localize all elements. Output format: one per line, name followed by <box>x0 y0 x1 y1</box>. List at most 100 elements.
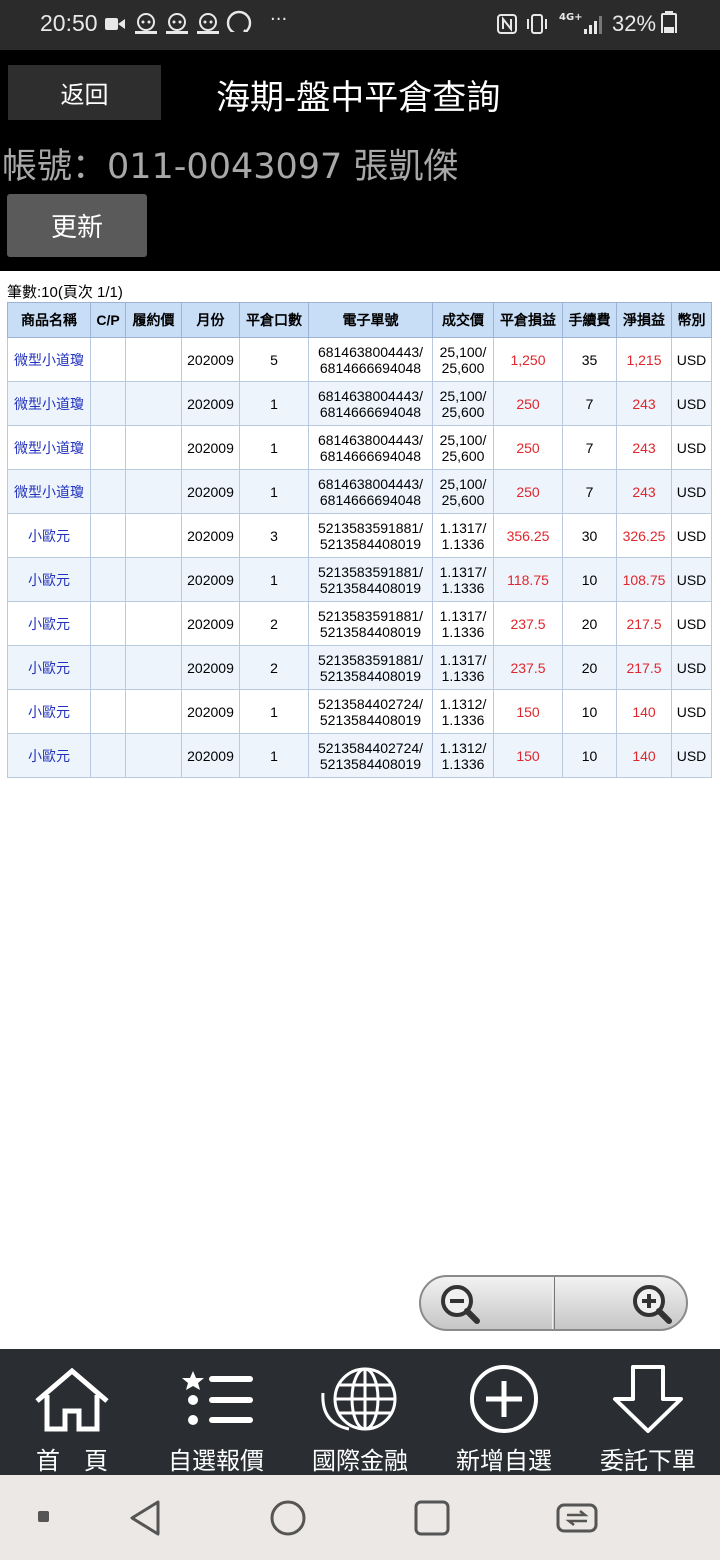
table-body: 微型小道瓊 202009 5 6814638004443/6814666694048 2… <box>7 337 712 778</box>
month-value: 202009 <box>187 571 234 588</box>
price-cell: 25,100/25,600 <box>432 425 494 470</box>
zoom-in-button[interactable] <box>552 1277 686 1329</box>
recent-dot-icon[interactable] <box>38 1511 50 1523</box>
product-cell[interactable]: 小歐元 <box>7 557 91 602</box>
column-header: 履約價 <box>125 302 182 338</box>
order-no-open: 5213583591881/ <box>317 563 424 580</box>
back-button[interactable]: 返回 <box>8 65 161 120</box>
fee-cell: 7 <box>562 425 617 470</box>
currency-value: USD <box>676 351 707 368</box>
price-cell: 1.1312/1.1336 <box>432 689 494 734</box>
order-no-close: 5213584408019 <box>319 755 422 772</box>
price-close: 1.1336 <box>441 579 485 596</box>
product-cell[interactable]: 微型小道瓊 <box>7 337 91 382</box>
order-no-open: 6814638004443/ <box>317 431 424 448</box>
qty-cell: 1 <box>239 733 309 778</box>
strike-cell <box>125 381 182 426</box>
product-cell[interactable]: 微型小道瓊 <box>7 425 91 470</box>
month-value: 202009 <box>187 615 234 632</box>
product-cell[interactable]: 小歐元 <box>7 689 91 734</box>
gomaji-icon <box>197 13 219 34</box>
nav-add-watchlist[interactable]: 新增自選 <box>432 1349 576 1475</box>
price-open: 25,100/ <box>439 475 487 492</box>
order-no-open: 5213583591881/ <box>317 607 424 624</box>
table-row: 微型小道瓊 202009 1 6814638004443/6814666694048 2… <box>7 381 712 426</box>
nav-watchlist[interactable]: 自選報價 <box>144 1349 288 1475</box>
cp-cell <box>90 513 126 558</box>
nav-label: 首 頁 <box>36 1447 108 1475</box>
order-no-open: 6814638004443/ <box>317 387 424 404</box>
chat-icon <box>226 10 252 32</box>
status-time: 20:50 <box>40 10 98 36</box>
price-close: 1.1336 <box>441 623 485 640</box>
order-no-open: 5213583591881/ <box>317 651 424 668</box>
table-row: 小歐元 202009 3 5213583591881/5213584408019 1.1… <box>7 513 712 558</box>
month-value: 202009 <box>187 483 234 500</box>
nav-global-finance[interactable]: 國際金融 <box>288 1349 432 1475</box>
page-title: 海期-盤中平倉查詢 <box>216 78 501 118</box>
record-count: 筆數:10(頁次 1/1) <box>7 284 123 301</box>
cp-cell <box>90 425 126 470</box>
home-circle-icon[interactable] <box>269 1499 307 1537</box>
product-cell[interactable]: 小歐元 <box>7 645 91 690</box>
product-name: 小歐元 <box>28 703 70 720</box>
qty-value: 5 <box>270 351 278 368</box>
currency-value: USD <box>676 439 707 456</box>
nav-home[interactable]: 首 頁 <box>0 1349 144 1475</box>
plus-circle-icon <box>470 1365 538 1433</box>
cp-cell <box>90 733 126 778</box>
nav-place-order[interactable]: 委託下單 <box>576 1349 720 1475</box>
qty-value: 1 <box>270 747 278 764</box>
table-row: 小歐元 202009 1 5213583591881/5213584408019 1.1… <box>7 557 712 602</box>
back-triangle-icon[interactable] <box>128 1499 164 1537</box>
order-no-open: 5213583591881/ <box>317 519 424 536</box>
positions-table: 商品名稱 C/P 履約價 月份 平倉口數 電子單號 成交價 平倉損益 手續費 淨… <box>7 302 712 778</box>
strike-cell <box>125 645 182 690</box>
qty-cell: 1 <box>239 469 309 514</box>
download-arrow-icon <box>613 1365 683 1433</box>
pnl-cell: 118.75 <box>493 557 563 602</box>
pnl-cell: 150 <box>493 689 563 734</box>
pnl-cell: 250 <box>493 425 563 470</box>
month-value: 202009 <box>187 351 234 368</box>
overview-square-icon[interactable] <box>413 1499 451 1537</box>
month-value: 202009 <box>187 747 234 764</box>
account-info: 帳號：011-0043097 張凱傑 <box>2 147 459 187</box>
order-no-cell: 5213583591881/5213584408019 <box>308 513 433 558</box>
order-no-close: 6814666694048 <box>319 447 422 464</box>
pnl-cell: 356.25 <box>493 513 563 558</box>
switch-app-icon[interactable] <box>555 1502 599 1534</box>
currency-cell: USD <box>671 381 712 426</box>
price-cell: 1.1317/1.1336 <box>432 513 494 558</box>
refresh-button[interactable]: 更新 <box>7 194 147 257</box>
net-pnl-value: 140 <box>632 703 656 720</box>
pnl-cell: 250 <box>493 469 563 514</box>
fee-value: 7 <box>585 395 594 412</box>
product-cell[interactable]: 小歐元 <box>7 733 91 778</box>
price-open: 25,100/ <box>439 343 487 360</box>
currency-cell: USD <box>671 645 712 690</box>
net-pnl-value: 217.5 <box>626 615 662 632</box>
currency-value: USD <box>676 615 707 632</box>
product-cell[interactable]: 微型小道瓊 <box>7 381 91 426</box>
pnl-cell: 237.5 <box>493 601 563 646</box>
product-cell[interactable]: 小歐元 <box>7 513 91 558</box>
pnl-value: 250 <box>516 439 540 456</box>
net-pnl-cell: 140 <box>616 733 672 778</box>
column-header: 商品名稱 <box>7 302 91 338</box>
zoom-out-button[interactable] <box>421 1277 555 1329</box>
currency-value: USD <box>676 571 707 588</box>
fee-cell: 7 <box>562 381 617 426</box>
product-name: 小歐元 <box>28 747 70 764</box>
product-cell[interactable]: 微型小道瓊 <box>7 469 91 514</box>
table-row: 小歐元 202009 2 5213583591881/5213584408019 1.1… <box>7 601 712 646</box>
column-header: 手續費 <box>562 302 617 338</box>
product-cell[interactable]: 小歐元 <box>7 601 91 646</box>
strike-cell <box>125 425 182 470</box>
pnl-value: 150 <box>516 703 540 720</box>
order-no-close: 5213584408019 <box>319 623 422 640</box>
table-row: 小歐元 202009 1 5213584402724/5213584408019 1.1… <box>7 689 712 734</box>
battery-percent: 32% <box>612 11 657 36</box>
network-type: 4G+ <box>559 12 583 23</box>
cp-cell <box>90 689 126 734</box>
